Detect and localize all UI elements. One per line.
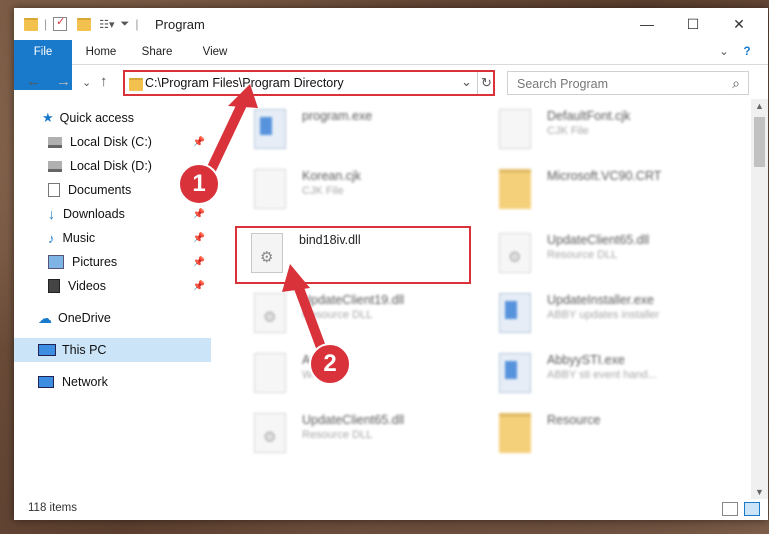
arrow-2-line xyxy=(291,275,327,355)
annotation-arrows xyxy=(205,84,327,355)
arrow-1-head xyxy=(228,84,258,108)
arrow-1-line xyxy=(205,93,250,177)
step-2-badge: 2 xyxy=(309,343,351,385)
arrow-2-head xyxy=(282,264,310,292)
step-1-badge: 1 xyxy=(178,163,220,205)
